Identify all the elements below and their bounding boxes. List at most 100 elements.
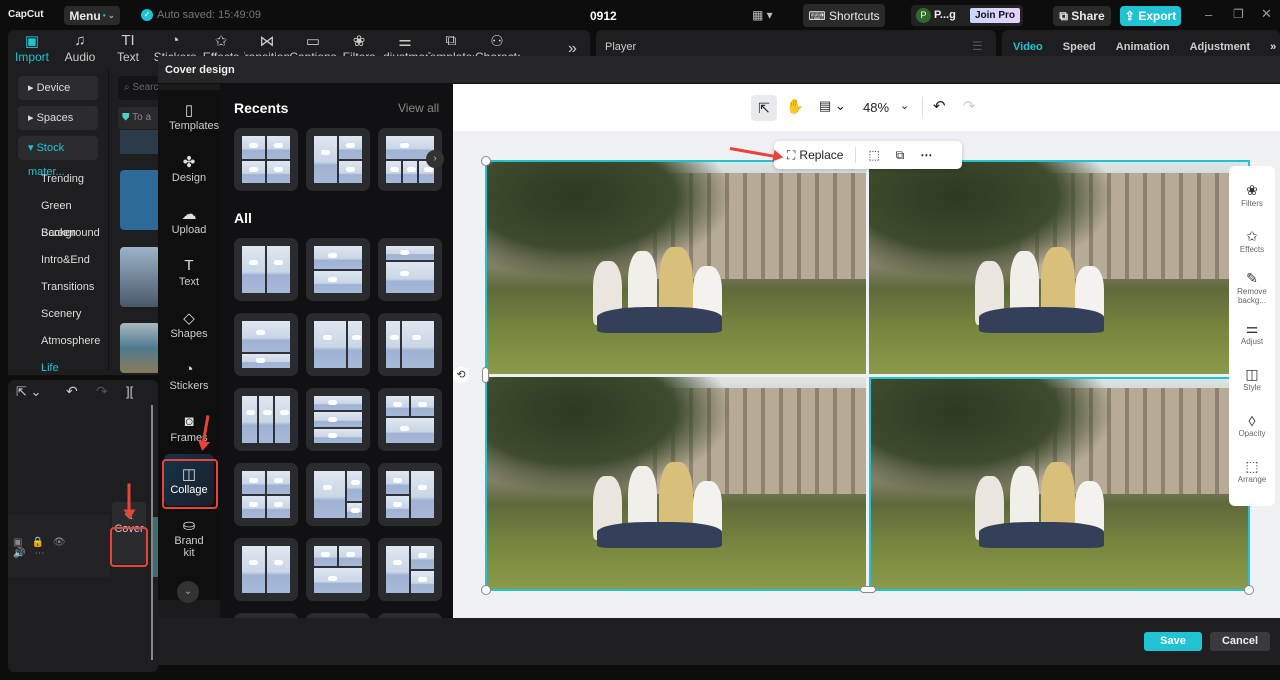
cancel-button[interactable]: Cancel [1210, 632, 1270, 651]
more-tabs-icon[interactable]: » [1270, 41, 1276, 53]
view-all-link[interactable]: View all [398, 101, 439, 115]
user-area[interactable]: P P...g Join Pro [911, 5, 1023, 26]
nav-text[interactable]: T Text [158, 246, 220, 298]
resize-handle[interactable] [860, 586, 876, 593]
tool-adjust[interactable]: ⚌ Adjust [1229, 310, 1275, 356]
tab-adjustment[interactable]: Adjustment [1190, 41, 1251, 53]
collage-template[interactable] [306, 313, 370, 376]
media-thumb[interactable] [120, 247, 160, 307]
track-controls[interactable]: ▣🔒👁🔊⋯ [13, 537, 110, 559]
nav-frames[interactable]: ◙ Frames [158, 402, 220, 454]
collage-template[interactable] [378, 313, 442, 376]
close-icon[interactable]: ✕ [1261, 6, 1272, 22]
tab-audio[interactable]: ♫ Audio [56, 32, 104, 64]
nav-design[interactable]: ✤ Design [158, 142, 220, 194]
collage-template[interactable] [234, 538, 298, 601]
collage-template[interactable] [378, 538, 442, 601]
collage-template[interactable] [306, 538, 370, 601]
collage-photo[interactable] [487, 162, 866, 374]
collage-template[interactable] [234, 238, 298, 301]
collage-canvas[interactable] [485, 160, 1250, 591]
sidebar-item[interactable]: Atmosphere [18, 328, 100, 355]
tab-import[interactable]: ▣ Import [8, 32, 56, 64]
join-pro-button[interactable]: Join Pro [970, 8, 1020, 23]
duplicate-icon[interactable]: ⧉ [896, 148, 905, 163]
sidebar-item[interactable]: Background [18, 220, 100, 247]
sidebar-item[interactable]: Green Screen [18, 193, 98, 239]
tool-effects[interactable]: ✩ Effects [1229, 218, 1275, 264]
resize-handle[interactable] [481, 585, 491, 595]
collage-template[interactable] [378, 238, 442, 301]
minimize-icon[interactable]: – [1205, 7, 1212, 22]
media-thumb[interactable] [120, 323, 160, 373]
hand-tool-icon[interactable]: ✋ [786, 98, 803, 115]
menu-button[interactable]: Menu • ⌄ [64, 6, 120, 25]
collage-template[interactable] [234, 128, 298, 191]
shortcuts-button[interactable]: ⌨ Shortcuts [803, 4, 885, 27]
export-button[interactable]: ⇪ Export [1120, 6, 1181, 26]
playhead[interactable] [151, 405, 153, 660]
layout-icon[interactable]: ▤ ⌄ [819, 98, 846, 114]
sidebar-group[interactable]: ▸ Spaces [18, 106, 98, 130]
next-arrow-button[interactable]: › [426, 150, 444, 168]
collage-photo[interactable] [869, 162, 1248, 374]
sidebar-group[interactable]: ▸ Device [18, 76, 98, 100]
selected-cell[interactable] [869, 377, 1250, 591]
collage-template[interactable] [234, 463, 298, 526]
collage-template[interactable] [306, 238, 370, 301]
tab-animation[interactable]: Animation [1116, 41, 1170, 53]
collage-template[interactable] [306, 128, 370, 191]
sidebar-item[interactable]: Life [18, 355, 98, 382]
tool-opacity[interactable]: ◊ Opacity [1229, 402, 1275, 448]
tool-label: Filters [1241, 199, 1263, 208]
zoom-level[interactable]: 48% [863, 100, 889, 115]
save-button[interactable]: Save [1144, 632, 1202, 651]
collage-template[interactable] [234, 313, 298, 376]
crop-icon[interactable]: ⬚ [868, 148, 879, 162]
collage-template[interactable] [378, 388, 442, 451]
select-tool-icon[interactable]: ⇱ ⌄ [16, 384, 41, 400]
zoom-dropdown-icon[interactable]: ⌄ [900, 99, 909, 112]
tab-speed[interactable]: Speed [1063, 41, 1096, 53]
replace-button[interactable]: Replace [799, 148, 843, 162]
collage-photo[interactable] [487, 377, 866, 589]
restore-icon[interactable]: ❐ [1233, 7, 1244, 21]
collage-template[interactable] [378, 463, 442, 526]
right-toolbar: ❀ Filters ✩ Effects ✎ Remove backg... ⚌ Adjust ◫… [1229, 166, 1275, 506]
collage-template[interactable] [234, 388, 298, 451]
more-icon[interactable]: ⋯ [920, 148, 932, 162]
redo-icon[interactable]: ↷ [96, 383, 108, 400]
redo-icon[interactable]: ↷ [963, 97, 976, 115]
split-icon[interactable]: ][ [126, 384, 133, 399]
undo-icon[interactable]: ↶ [933, 97, 946, 115]
tool-remove[interactable]: ✎ Remove backg... [1229, 264, 1275, 310]
select-tool-icon[interactable]: ⇱ [751, 95, 777, 121]
resize-handle[interactable] [482, 367, 489, 383]
tool-style[interactable]: ◫ Style [1229, 356, 1275, 402]
scroll-down-button[interactable]: ⌄ [177, 581, 199, 603]
undo-icon[interactable]: ↶ [66, 383, 78, 400]
sidebar-group[interactable]: ▾ Stock mater... [18, 136, 98, 178]
layout-icon[interactable]: ▦ ▾ [752, 8, 773, 22]
nav-brand-kit[interactable]: ⛀ Brand kit [158, 506, 220, 568]
tab-video[interactable]: Video [1013, 41, 1043, 53]
resize-handle[interactable] [1244, 585, 1254, 595]
sidebar-item[interactable]: Transitions [18, 274, 98, 301]
tool-arrange[interactable]: ⬚ Arrange [1229, 448, 1275, 494]
menu-lines-icon[interactable]: ☰ [972, 39, 983, 53]
share-button[interactable]: ⧉ Share [1053, 6, 1111, 26]
collage-template[interactable] [306, 463, 370, 526]
tool-filters[interactable]: ❀ Filters [1229, 172, 1275, 218]
sidebar-item[interactable]: Intro&End [18, 247, 98, 274]
sidebar-item[interactable]: Scenery [18, 301, 98, 328]
nav-shapes[interactable]: ◇ Shapes [158, 298, 220, 350]
nav-templates[interactable]: ▯ Templates [158, 90, 220, 142]
tab-text[interactable]: TI Text [104, 32, 152, 64]
collage-template[interactable] [306, 388, 370, 451]
media-thumb[interactable] [120, 170, 160, 230]
resize-handle[interactable] [481, 156, 491, 166]
nav-stickers[interactable]: ◔ Stickers [158, 350, 220, 402]
media-thumb[interactable] [120, 130, 160, 154]
nav-upload[interactable]: ☁ Upload [158, 194, 220, 246]
rotate-icon[interactable]: ⟲ [453, 367, 469, 383]
